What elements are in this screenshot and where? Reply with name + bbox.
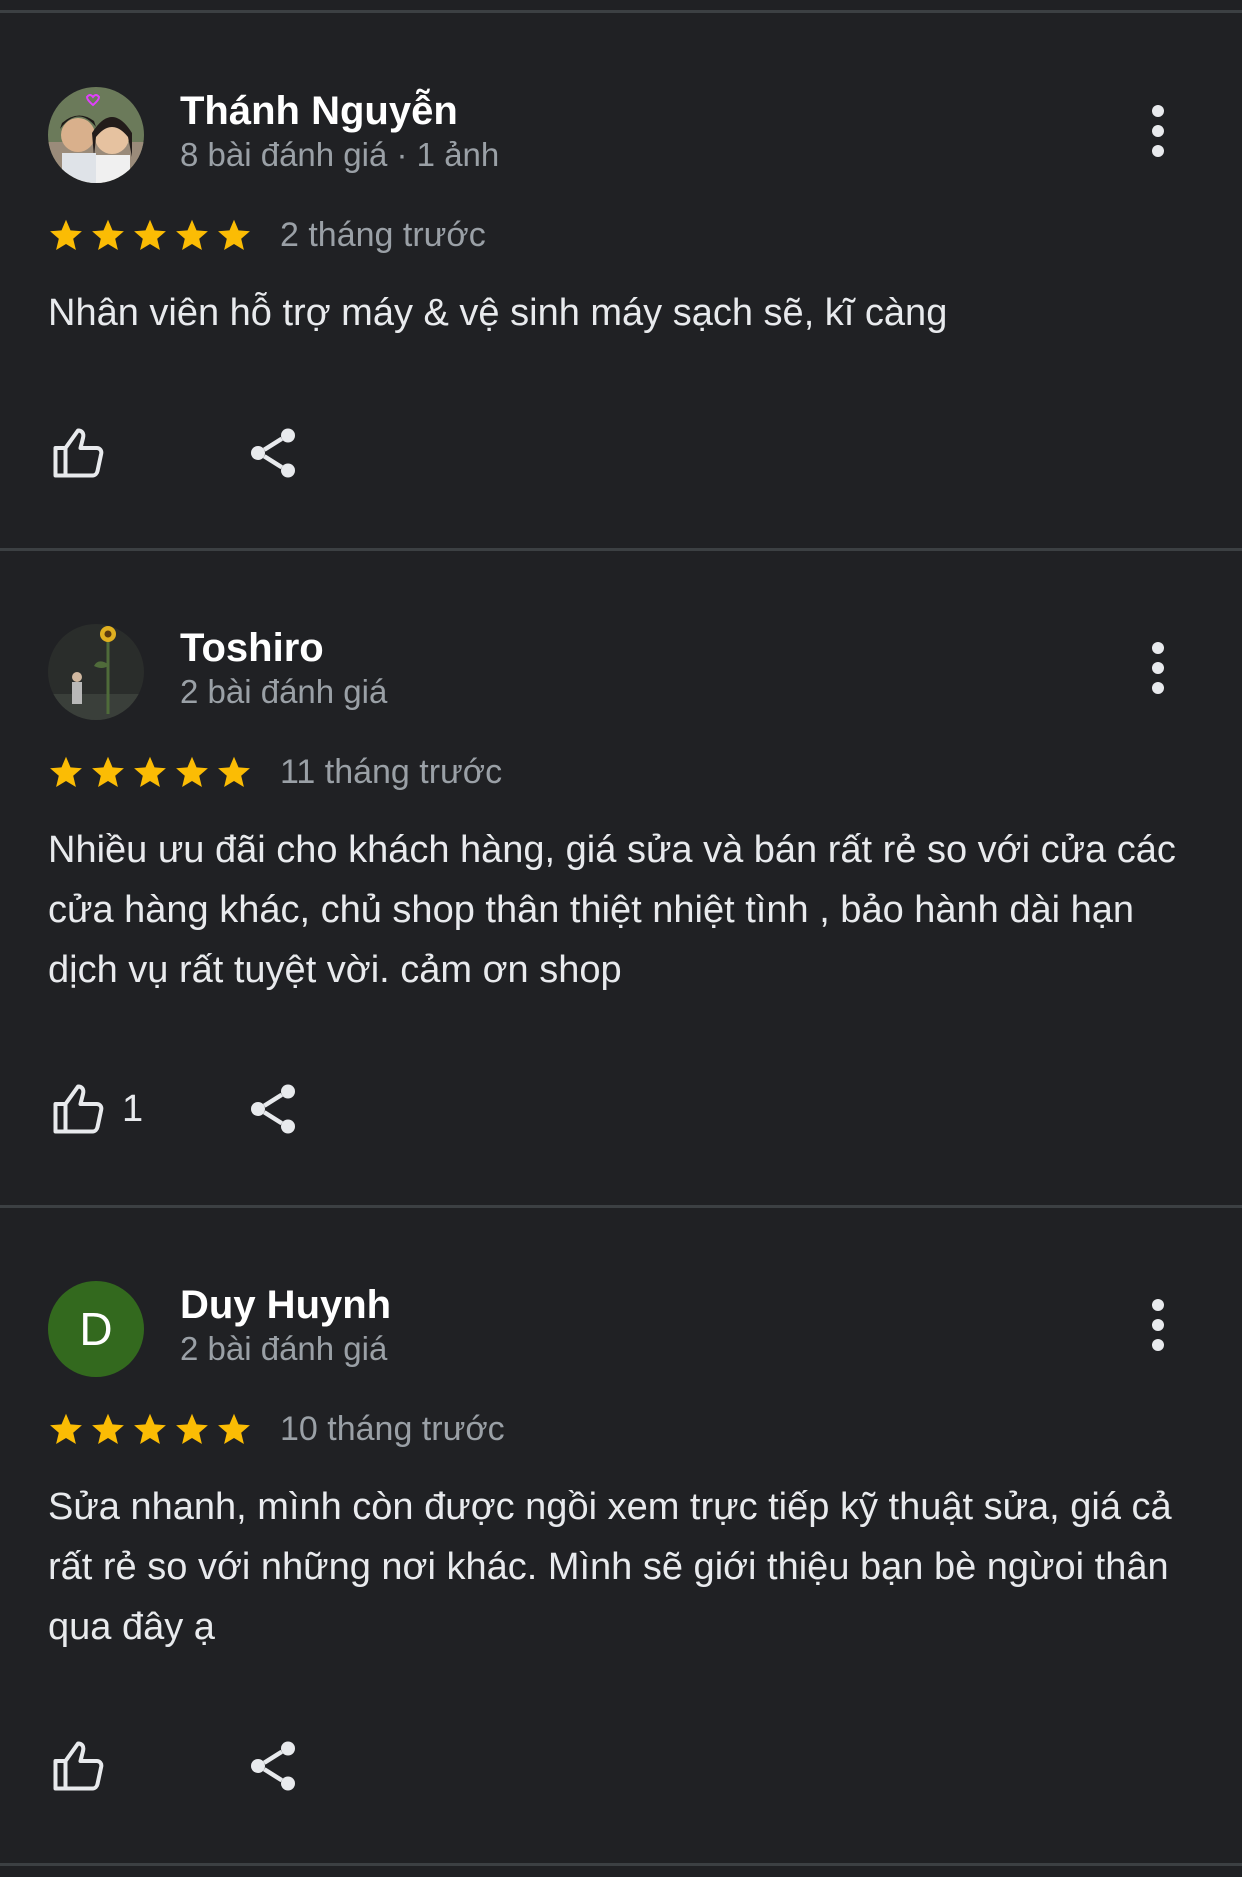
review-text: Nhiều ưu đãi cho khách hàng, giá sửa và … [48,829,1176,991]
thumb-up-icon [53,428,104,478]
rating-row: 10 tháng trước [48,1407,505,1451]
avatar-photo-couple [48,87,144,183]
like-count: 1 [122,1087,144,1130]
rating-row: 2 tháng trước [48,213,486,257]
share-icon[interactable] [243,423,303,483]
reviewer-meta: 2 bài đánh giá [180,1330,388,1367]
reviewer-avatar[interactable] [48,87,144,183]
reviewer-name[interactable]: Toshiro [180,624,324,672]
avatar-photo-sunflower [48,624,144,720]
star-icon [218,219,250,250]
reviewer-meta: 2 bài đánh giá [180,673,388,710]
review-time: 11 tháng trước [280,752,503,791]
review-text: Nhân viên hỗ trợ máy & vệ sinh máy sạch … [48,292,948,334]
reviewer-avatar[interactable] [48,624,144,720]
star-icon [92,1413,124,1444]
share-icon[interactable] [243,1736,303,1796]
star-rating [48,1411,258,1447]
review-time: 10 tháng trước [280,1409,505,1448]
star-icon [176,219,208,250]
star-icon [176,756,208,787]
rating-row: 11 tháng trước [48,750,502,794]
star-icon [50,219,82,250]
star-icon [50,756,82,787]
star-icon [218,756,250,787]
more-vert-icon[interactable] [1138,101,1178,161]
like-button[interactable] [48,423,122,483]
thumb-up-icon [53,1741,104,1791]
reviewer-name[interactable]: Thánh Nguyễn [180,87,458,135]
like-button[interactable] [48,1736,122,1796]
reviewer-name[interactable]: Duy Huynh [180,1281,391,1329]
star-icon [134,219,166,250]
star-rating [48,217,258,253]
divider [0,548,1242,551]
review-text: Sửa nhanh, mình còn được ngồi xem trực t… [48,1486,1172,1648]
thumb-up-icon [53,1084,104,1134]
star-icon [134,1413,166,1444]
star-icon [218,1413,250,1444]
more-vert-icon[interactable] [1138,638,1178,698]
reviewer-meta: 8 bài đánh giá · 1 ảnh [180,136,500,173]
more-vert-icon[interactable] [1138,1295,1178,1355]
divider-bottom [0,1863,1242,1866]
review-time: 2 tháng trước [280,215,486,254]
star-icon [92,219,124,250]
reviewer-avatar[interactable]: D [48,1281,144,1377]
star-icon [176,1413,208,1444]
star-icon [50,1413,82,1444]
share-icon[interactable] [243,1079,303,1139]
divider [0,1205,1242,1208]
star-icon [134,756,166,787]
star-icon [92,756,124,787]
like-button[interactable]: 1 [48,1079,143,1139]
star-rating [48,754,258,790]
divider-top [0,10,1242,13]
